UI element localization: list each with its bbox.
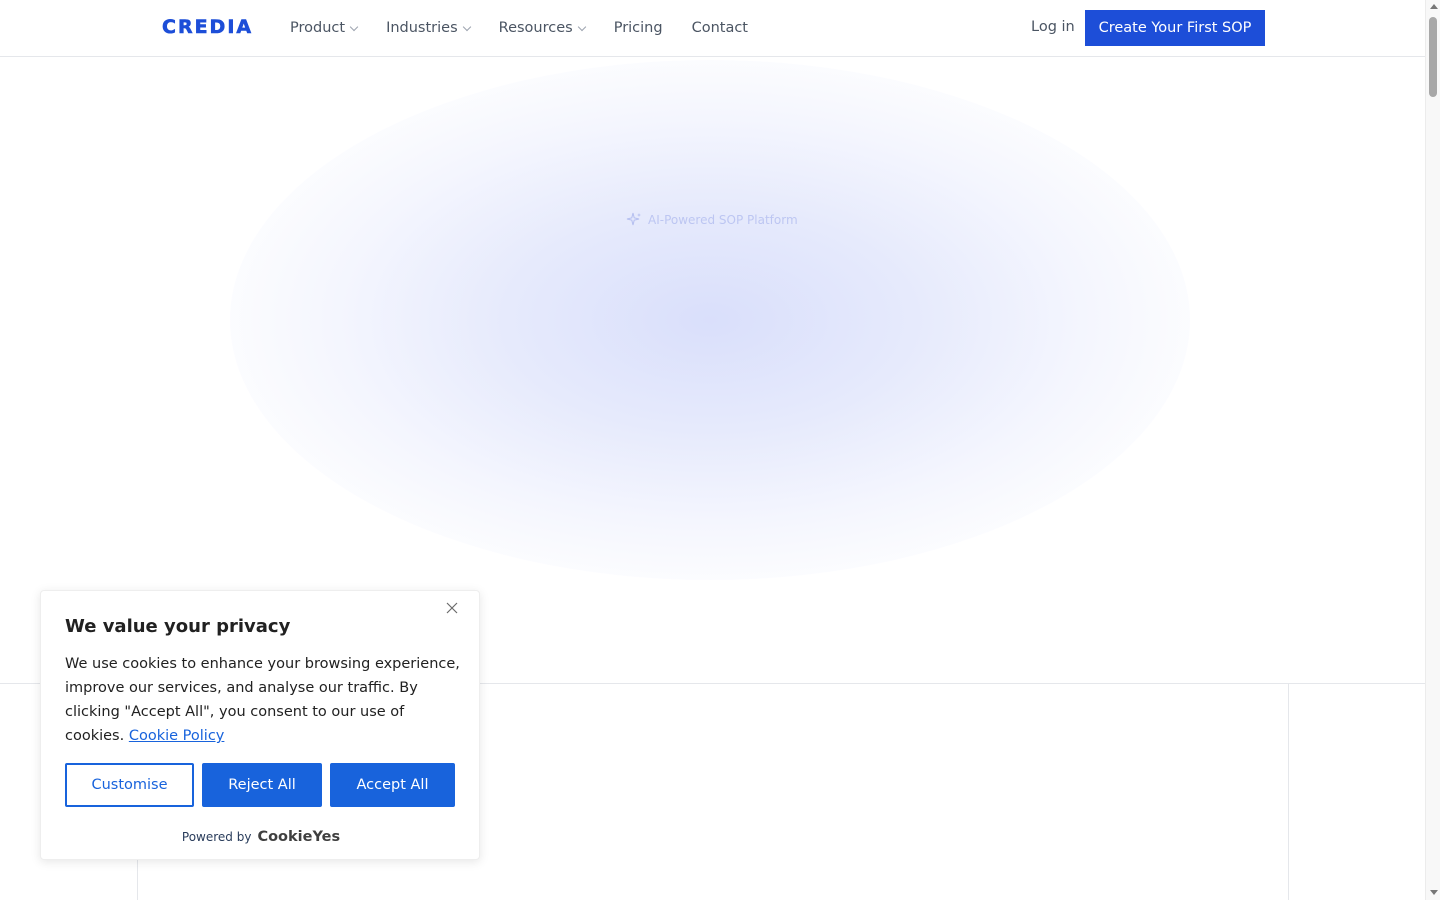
page: CREDIA Product Industries Resources Pric…: [0, 0, 1425, 900]
chevron-down-icon: [349, 22, 359, 31]
cookieyes-logo[interactable]: CookieYes: [257, 829, 340, 845]
cookie-banner: We value your privacy We use cookies to …: [40, 590, 480, 860]
hero-glow: [230, 60, 1190, 580]
nav-item-label: Resources: [498, 20, 573, 36]
scroll-thumb[interactable]: [1429, 17, 1437, 97]
chevron-down-icon: [462, 22, 471, 31]
create-sop-button[interactable]: Create Your First SOP: [1085, 10, 1265, 46]
nav-item-resources[interactable]: Resources: [498, 20, 586, 36]
chevron-down-icon: [577, 22, 586, 31]
cookie-policy-link[interactable]: Cookie Policy: [129, 728, 225, 744]
accept-all-button[interactable]: Accept All: [330, 763, 455, 807]
nav-item-label: Product: [290, 20, 346, 36]
site-header: CREDIA Product Industries Resources Pric…: [0, 0, 1425, 57]
nav-item-label: Industries: [386, 20, 458, 36]
main-nav: Product Industries Resources Pricing Con…: [290, 0, 777, 56]
scrollbar[interactable]: [1425, 0, 1440, 900]
nav-item-contact[interactable]: Contact: [692, 20, 748, 36]
cookie-title: We value your privacy: [65, 616, 291, 637]
logo[interactable]: CREDIA: [162, 16, 253, 39]
powered-by: Powered by CookieYes: [41, 829, 481, 845]
section-border-right: [1288, 684, 1289, 900]
scroll-up-arrow-icon[interactable]: [1430, 4, 1438, 9]
nav-item-label: Contact: [691, 20, 748, 36]
cookie-description: We use cookies to enhance your browsing …: [65, 652, 460, 748]
login-link[interactable]: Log in: [1031, 19, 1075, 35]
sparkle-icon: [626, 212, 641, 226]
reject-all-button[interactable]: Reject All: [202, 763, 322, 807]
nav-item-product[interactable]: Product: [290, 20, 359, 36]
powered-by-label: Powered by: [181, 830, 252, 844]
hero-badge-text: AI-Powered SOP Platform: [648, 213, 798, 227]
customise-button[interactable]: Customise: [65, 763, 194, 807]
cookie-body-text: We use cookies to enhance your browsing …: [65, 656, 460, 744]
nav-item-industries[interactable]: Industries: [386, 20, 471, 36]
nav-item-pricing[interactable]: Pricing: [614, 20, 663, 36]
scroll-down-arrow-icon[interactable]: [1430, 890, 1438, 895]
hero-badge: AI-Powered SOP Platform: [626, 212, 798, 228]
nav-item-label: Pricing: [613, 20, 663, 36]
close-icon[interactable]: [446, 602, 458, 614]
